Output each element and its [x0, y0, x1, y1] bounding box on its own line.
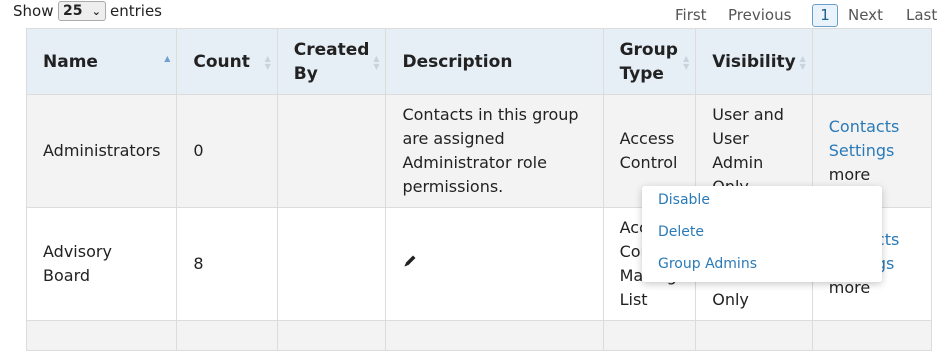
- sort-icon: ▲ ▼: [799, 54, 806, 71]
- entries-label: entries: [110, 2, 162, 20]
- show-label: Show: [13, 2, 54, 20]
- sort-icon: ▲ ▼: [264, 54, 271, 71]
- column-header-visibility[interactable]: Visibility ▲ ▼: [695, 28, 813, 95]
- table-toolbar: Show 25 ⌄ entries First Previous 1 Next …: [0, 0, 948, 28]
- pencil-icon[interactable]: [402, 252, 418, 268]
- column-header-name[interactable]: Name ▲: [25, 28, 178, 95]
- pagination-last[interactable]: Last: [906, 6, 937, 24]
- more-button[interactable]: more: [829, 165, 870, 184]
- column-header-actions: [811, 28, 933, 95]
- column-header-label: Group: [619, 39, 678, 60]
- cell-empty: [25, 320, 178, 351]
- cell-description: [385, 207, 604, 321]
- cell-empty: [385, 320, 604, 351]
- cell-created-by: [276, 207, 387, 321]
- column-header-group-type[interactable]: Group Type ▲ ▼: [602, 28, 697, 95]
- entries-per-page-value: 25: [63, 3, 83, 19]
- column-header-label: Visibility: [712, 51, 796, 72]
- cell-empty: [695, 320, 813, 351]
- column-header-label: Type: [619, 63, 664, 84]
- column-header-label: Count: [193, 51, 250, 72]
- more-actions-menu: Disable Delete Group Admins: [642, 186, 882, 282]
- cell-empty: [176, 320, 278, 351]
- contacts-link[interactable]: Contacts: [829, 117, 900, 136]
- cell-empty: [276, 320, 387, 351]
- pagination-next[interactable]: Next: [848, 6, 883, 24]
- pagination-previous[interactable]: Previous: [728, 6, 791, 24]
- pagination-first[interactable]: First: [675, 6, 707, 24]
- sort-icon: ▲ ▼: [683, 54, 690, 71]
- menu-item-delete[interactable]: Delete: [658, 224, 704, 240]
- pagination-page-current[interactable]: 1: [812, 4, 838, 27]
- column-header-created-by[interactable]: Created By ▲ ▼: [276, 28, 387, 95]
- chevron-down-icon: ⌄: [91, 5, 101, 18]
- cell-count: 0: [176, 94, 278, 208]
- entries-per-page-select[interactable]: 25 ⌄: [58, 1, 106, 21]
- cell-name: Advisory Board: [25, 207, 178, 321]
- table-row: [25, 320, 933, 351]
- cell-empty: [602, 320, 697, 351]
- column-header-label: Description: [402, 51, 513, 72]
- menu-item-disable[interactable]: Disable: [658, 192, 710, 208]
- sort-ascending-icon: ▲: [164, 54, 171, 63]
- column-header-description: Description: [385, 28, 604, 95]
- cell-description: Contacts in this group are assigned Admi…: [385, 94, 604, 208]
- cell-count: 8: [176, 207, 278, 321]
- table-header-row: Name ▲ Count ▲ ▼ Created By ▲ ▼ Descriptio…: [25, 28, 933, 95]
- cell-empty: [811, 320, 933, 351]
- settings-link[interactable]: Settings: [829, 141, 895, 160]
- sort-icon: ▲ ▼: [373, 54, 380, 71]
- column-header-label: By: [293, 63, 318, 84]
- cell-created-by: [276, 94, 387, 208]
- column-header-label: Name: [43, 51, 98, 72]
- column-header-count[interactable]: Count ▲ ▼: [176, 28, 278, 95]
- menu-item-group-admins[interactable]: Group Admins: [658, 256, 757, 272]
- column-header-label: Created: [293, 39, 370, 60]
- cell-name: Administrators: [25, 94, 178, 208]
